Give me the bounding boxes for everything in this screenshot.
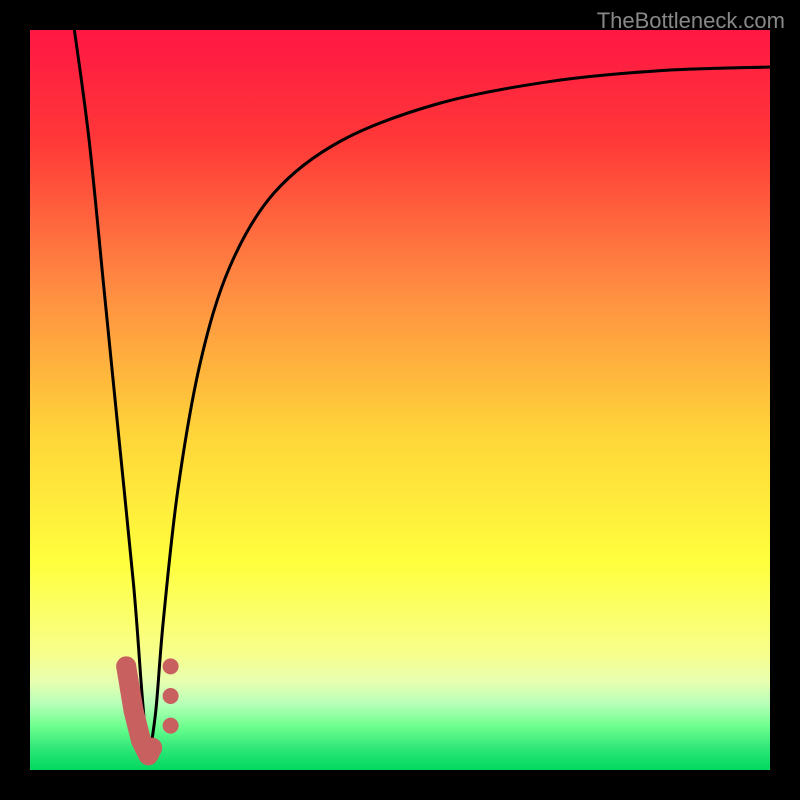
curve-plot bbox=[30, 30, 770, 770]
marker-bottom-markers-right bbox=[163, 658, 179, 674]
marker-bottom-markers-right bbox=[163, 718, 179, 734]
marker-bottom-markers-left bbox=[120, 679, 140, 699]
curve-right-curve bbox=[148, 67, 770, 763]
watermark-text: TheBottleneck.com bbox=[597, 8, 785, 34]
curve-left-curve bbox=[74, 30, 148, 763]
marker-bottom-markers-right bbox=[163, 688, 179, 704]
marker-bottom-markers-left bbox=[116, 656, 136, 676]
marker-bottom-markers-left bbox=[142, 738, 162, 758]
chart-container bbox=[30, 30, 770, 770]
